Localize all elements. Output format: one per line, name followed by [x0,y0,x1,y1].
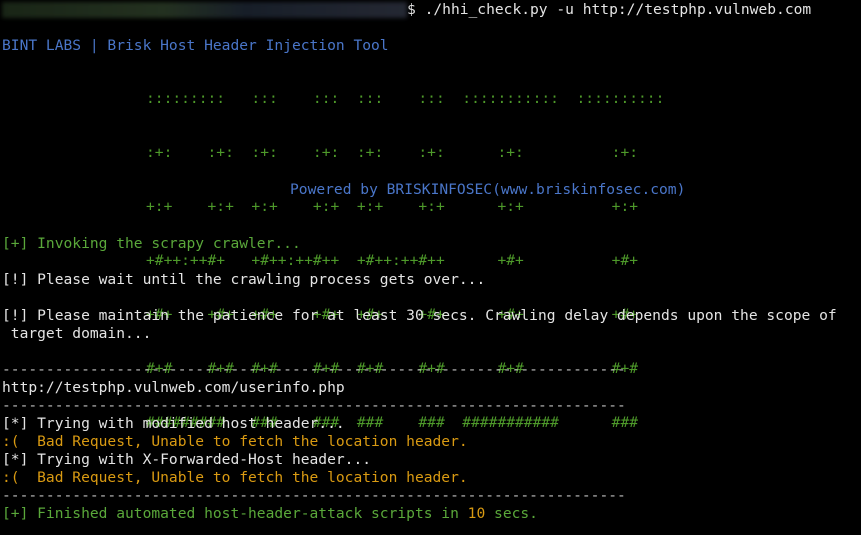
status-patience-line2: target domain... [2,325,152,342]
status-wait: [!] Please wait until the crawling proce… [2,271,486,288]
error-bad-request: :( Bad Request, Unable to fetch the loca… [2,433,468,450]
powered-by-text: Powered by BRISKINFOSEC(www.briskinfosec… [290,181,686,198]
banner-title: BINT LABS | Brisk Host Header Injection … [2,37,389,54]
target-url: http://testphp.vulnweb.com/userinfo.php [2,379,345,396]
terminal-window[interactable]: $ ./hhi_check.py -u http://testphp.vulnw… [0,0,861,535]
separator-line: ----------------------------------------… [2,487,626,504]
status-try-forwarded: [*] Trying with X-Forwarded-Host header.… [2,451,372,468]
ascii-art-row: +#++:++#+ +#++:++#++ +#++:++#++ +#+ +#+ [146,252,639,269]
redacted-prompt [2,2,407,18]
status-finished: [+] Finished automated host-header-attac… [2,505,538,523]
error-bad-request: :( Bad Request, Unable to fetch the loca… [2,469,468,486]
status-try-host: [*] Trying with modified host header... [2,415,345,432]
command-text: ./hhi_check.py -u http://testphp.vulnweb… [415,1,812,18]
status-invoking: [+] Invoking the scrapy crawler... [2,235,301,252]
finished-prefix: [+] Finished automated host-header-attac… [2,505,468,522]
command-prompt-line: $ ./hhi_check.py -u http://testphp.vulnw… [2,1,811,19]
status-patience-line1: [!] Please maintain the patience for at … [2,307,837,324]
finished-suffix: secs. [485,505,538,522]
separator-line: ----------------------------------------… [2,397,626,414]
finished-seconds: 10 [467,505,486,522]
prompt-symbol: $ [407,1,416,18]
ascii-art-row: ::::::::: ::: ::: ::: ::: ::::::::::: ::… [146,90,665,107]
separator-line: ----------------------------------------… [2,361,626,378]
ascii-art-row: +:+ +:+ +:+ +:+ +:+ +:+ +:+ +:+ [146,198,639,215]
ascii-art-row: :+: :+: :+: :+: :+: :+: :+: :+: [146,144,639,161]
